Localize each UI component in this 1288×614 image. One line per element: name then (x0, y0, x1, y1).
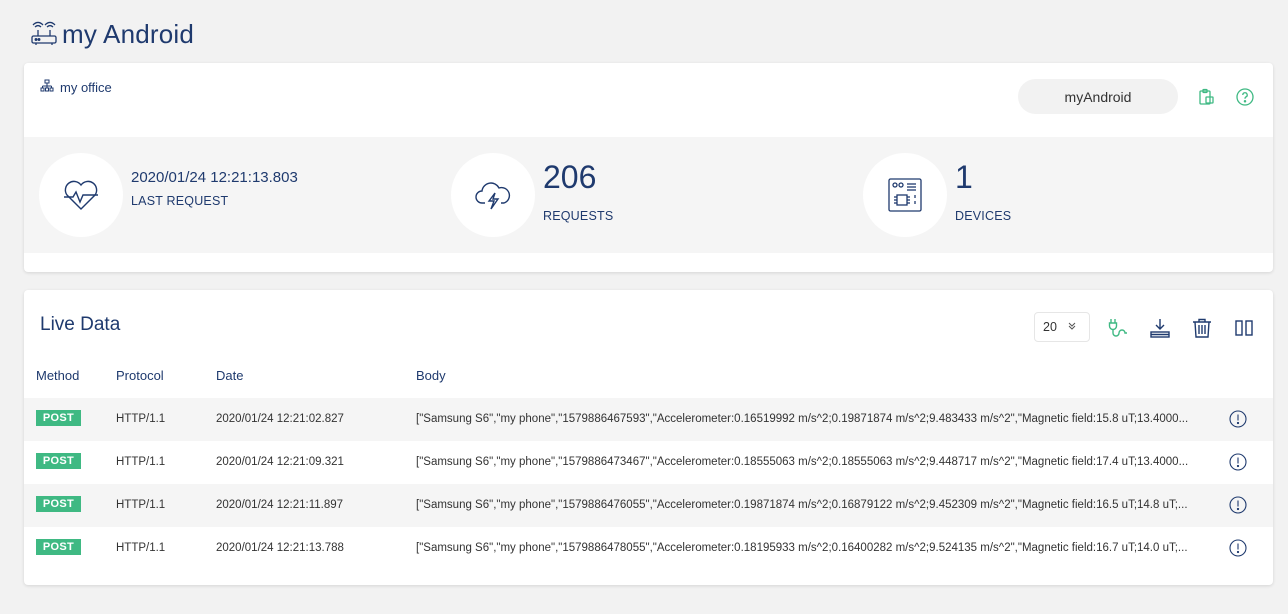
device-name-pill[interactable]: myAndroid (1018, 79, 1178, 114)
protocol-cell: HTTP/1.1 (116, 456, 166, 468)
body-cell: ["Samsung S6","my phone","1579886473467"… (416, 456, 1189, 468)
router-icon (30, 20, 58, 48)
body-cell: ["Samsung S6","my phone","1579886467593"… (416, 413, 1189, 425)
page-size-select[interactable]: 20 (1034, 312, 1090, 342)
method-badge: POST (36, 496, 81, 512)
protocol-cell: HTTP/1.1 (116, 499, 166, 511)
chevron-down-icon (1067, 320, 1077, 334)
network-icon (40, 79, 54, 96)
last-request-value: 2020/01/24 12:21:13.803 (131, 169, 298, 186)
table-row[interactable]: POST HTTP/1.1 2020/01/24 12:21:09.321 ["… (24, 441, 1273, 484)
download-icon[interactable] (1149, 317, 1171, 339)
protocol-cell: HTTP/1.1 (116, 542, 166, 554)
date-cell: 2020/01/24 12:21:13.788 (216, 542, 344, 554)
live-data-title: Live Data (40, 314, 121, 335)
live-data-card: Live Data 20 Method Protocol Date Body P… (24, 290, 1273, 585)
devices-value: 1 (955, 159, 973, 195)
requests-label: REQUESTS (543, 209, 614, 223)
trash-icon[interactable] (1191, 317, 1213, 339)
table-row[interactable]: POST HTTP/1.1 2020/01/24 12:21:11.897 ["… (24, 484, 1273, 527)
stats-panel: 2020/01/24 12:21:13.803 LAST REQUEST 206… (24, 137, 1273, 253)
location-name[interactable]: my office (60, 80, 112, 95)
info-icon[interactable] (1229, 410, 1247, 428)
plug-icon[interactable] (1107, 317, 1129, 339)
clipboard-icon[interactable] (1196, 87, 1216, 107)
help-icon[interactable] (1235, 87, 1255, 107)
devices-label: DEVICES (955, 209, 1012, 223)
method-badge: POST (36, 410, 81, 426)
method-badge: POST (36, 453, 81, 469)
requests-value: 206 (543, 159, 597, 195)
date-cell: 2020/01/24 12:21:09.321 (216, 456, 344, 468)
columns-icon[interactable] (1233, 317, 1255, 339)
date-cell: 2020/01/24 12:21:11.897 (216, 499, 344, 511)
last-request-label: LAST REQUEST (131, 194, 229, 208)
column-date[interactable]: Date (216, 368, 243, 383)
table-row[interactable]: POST HTTP/1.1 2020/01/24 12:21:13.788 ["… (24, 527, 1273, 570)
table-row[interactable]: POST HTTP/1.1 2020/01/24 12:21:02.827 ["… (24, 398, 1273, 441)
column-method[interactable]: Method (36, 368, 79, 383)
column-protocol[interactable]: Protocol (116, 368, 164, 383)
location: my office (40, 79, 112, 96)
method-badge: POST (36, 539, 81, 555)
summary-card: my office myAndroid 2020/01/24 12:21:13.… (24, 63, 1273, 272)
column-body[interactable]: Body (416, 368, 446, 383)
date-cell: 2020/01/24 12:21:02.827 (216, 413, 344, 425)
body-cell: ["Samsung S6","my phone","1579886478055"… (416, 542, 1188, 554)
info-icon[interactable] (1229, 496, 1247, 514)
body-cell: ["Samsung S6","my phone","1579886476055"… (416, 499, 1188, 511)
protocol-cell: HTTP/1.1 (116, 413, 166, 425)
page-title: my Android (62, 18, 195, 49)
heartbeat-icon (39, 153, 123, 237)
info-icon[interactable] (1229, 453, 1247, 471)
cloud-lightning-icon (451, 153, 535, 237)
page-header: my Android (30, 16, 194, 52)
device-chip-icon (863, 153, 947, 237)
page-size-value: 20 (1043, 320, 1057, 334)
table-header: Method Protocol Date Body (24, 366, 1273, 386)
info-icon[interactable] (1229, 539, 1247, 557)
